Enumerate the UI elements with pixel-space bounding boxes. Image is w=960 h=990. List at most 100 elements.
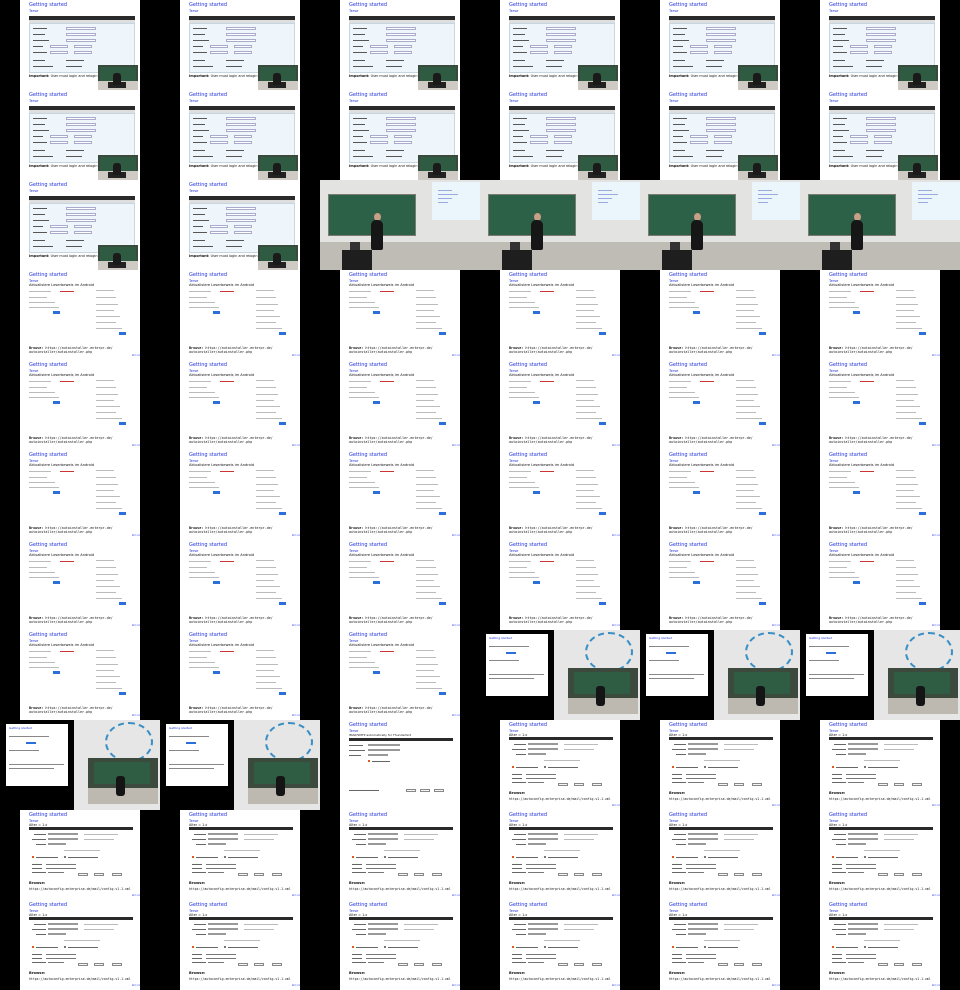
submit-button — [53, 311, 60, 314]
browse-line-2: autoinstaller/autoinstaller.php — [349, 530, 413, 534]
thumbnail: Getting started Terse Important: User mu… — [0, 0, 160, 90]
slide-page: Getting started Terse Aktualisiere Leser… — [20, 630, 140, 720]
thumbnail: Getting started Terse Aktualisiere Leser… — [640, 360, 800, 450]
slide-nav-mark: Ω=ι∞ — [932, 893, 941, 897]
continue-button — [119, 332, 126, 335]
browse-line-2: autoinstaller/autoinstaller.php — [349, 440, 413, 444]
browse-line-2: autoinstaller/autoinstaller.php — [29, 350, 93, 354]
browse-label: Browse: — [669, 971, 686, 975]
browse-line-2: autoinstaller/autoinstaller.php — [509, 440, 573, 444]
thumbnail: Getting started — [0, 720, 160, 810]
slide-nav-mark: Ω=ι∞ — [132, 443, 141, 447]
projection-screen — [432, 182, 480, 220]
survey-slide: Getting started Terse Aktualisiere Leser… — [0, 270, 160, 360]
slide-nav-mark: Ω=ι∞ — [292, 533, 301, 537]
slide-nav-mark: Ω=ι∞ — [612, 353, 621, 357]
speaker-camera-inset — [728, 668, 798, 714]
submit-button — [213, 491, 220, 494]
browse-label: Browse: — [509, 881, 526, 885]
thumbnail: Getting started Terse Aktualisiere Leser… — [160, 540, 320, 630]
continue-button — [439, 692, 446, 695]
survey-slide: Getting started Terse Aktualisiere Leser… — [800, 450, 960, 540]
lectern — [822, 250, 852, 270]
slide-page: Getting started Terse Aktualisiere Leser… — [180, 270, 300, 360]
lecture-photo — [800, 180, 960, 270]
speaker-camera-inset — [88, 758, 158, 804]
slide-page: Getting started Terse Aktualisiere Leser… — [500, 360, 620, 450]
browse-url: https://autoconfig.enterprise.de/mail/co… — [829, 797, 931, 801]
browse-line-2: autoinstaller/autoinstaller.php — [29, 620, 93, 624]
speaker-camera-inset — [98, 245, 138, 270]
slide-subtitle: Terse — [669, 99, 679, 103]
browse-label: Browse: — [829, 971, 846, 975]
browse-url: https://autoconfig.enterprise.de/mail/co… — [829, 887, 931, 891]
slide-nav-mark: Ω=ι∞ — [612, 893, 621, 897]
window-titlebar — [829, 827, 933, 830]
slide-page: Getting started Terse Aktualisiere Leser… — [820, 360, 940, 450]
thumbnail: Getting started Terse Aktualisiere Leser… — [160, 360, 320, 450]
slide-nav-mark: Ω=ι∞ — [612, 803, 621, 807]
slide-title: Getting started — [349, 542, 388, 548]
config-slide: Getting started Terse Alter = 1.x Browse… — [640, 720, 800, 810]
slide-page: Getting started Terse Aktualisiere Leser… — [340, 630, 460, 720]
slide-title: Getting started — [29, 2, 68, 8]
browse-url: https://autoconfig.enterprise.de/mail/co… — [669, 977, 771, 981]
survey-slide: Getting started Terse Aktualisiere Leser… — [480, 270, 640, 360]
continue-button — [759, 512, 766, 515]
speaker-camera-inset — [248, 758, 318, 804]
browse-line-2: autoinstaller/autoinstaller.php — [189, 440, 253, 444]
survey-slide: Getting started Terse Aktualisiere Leser… — [160, 630, 320, 720]
slide-subtitle: Terse — [669, 9, 679, 13]
survey-heading: Aktualisiere Leserbeweis im Android — [829, 553, 895, 557]
survey-heading: Aktualisiere Leserbeweis im Android — [189, 373, 255, 377]
thumbnail: Getting started Terse Important: User mu… — [480, 90, 640, 180]
submit-button — [373, 581, 380, 584]
slide-nav-mark: Ω=ι∞ — [932, 443, 941, 447]
slide-page: Getting started — [486, 634, 548, 696]
form-slide: Getting started Terse Important: User mu… — [0, 180, 160, 270]
survey-heading: Aktualisiere Leserbeweis im Android — [829, 373, 895, 377]
window-titlebar — [829, 737, 933, 740]
slide-page: Getting started Terse Aktualisiere Leser… — [340, 450, 460, 540]
slide-title: Getting started — [349, 812, 388, 818]
thumbnail: Getting started Terse Alter = 1.x Browse… — [800, 810, 960, 900]
slide-title: Getting started — [189, 812, 228, 818]
slide-page: Getting started Terse Alter = 1.x Browse… — [500, 810, 620, 900]
form-slide: Getting started Terse Important: User mu… — [800, 90, 960, 180]
window-titlebar — [509, 917, 613, 920]
config-slide: Getting started Terse Alter = 1.x Browse… — [480, 810, 640, 900]
thumbnail: Getting started Terse Aktualisiere Leser… — [320, 630, 480, 720]
continue-button — [759, 602, 766, 605]
thumbnail: Getting started Terse Alter = 1.x Browse… — [320, 810, 480, 900]
speaker-camera-inset — [98, 65, 138, 90]
slide-title: Getting started — [669, 2, 708, 8]
thumbnail: Getting started Terse Important: User mu… — [640, 0, 800, 90]
lectern — [662, 250, 692, 270]
browse-line-2: autoinstaller/autoinstaller.php — [509, 530, 573, 534]
submit-button — [533, 581, 540, 584]
thumbnail: Getting started Terse Important: User mu… — [0, 90, 160, 180]
slide-page: Getting started Terse Aktualisiere Leser… — [20, 540, 140, 630]
thumbnail: Getting started Terse Aktualisiere Leser… — [480, 360, 640, 450]
survey-heading: Aktualisiere Leserbeweis im Android — [29, 373, 95, 377]
browse-line-2: autoinstaller/autoinstaller.php — [829, 440, 893, 444]
slide-title: Getting started — [669, 272, 708, 278]
survey-heading: Aktualisiere Leserbeweis im Android — [669, 373, 735, 377]
projection-screen — [912, 182, 960, 220]
submit-button — [53, 491, 60, 494]
slide-nav-mark: Ω=ι∞ — [132, 623, 141, 627]
slide-title: Getting started — [509, 362, 548, 368]
continue-button — [919, 332, 926, 335]
thumbnail: Getting started Terse Aktualisiere Leser… — [160, 270, 320, 360]
logo-icon — [745, 632, 793, 672]
submit-button — [693, 401, 700, 404]
slide-nav-mark: Ω=ι∞ — [772, 893, 781, 897]
slide-title: Getting started — [169, 726, 192, 730]
thumbnail: Getting started Terse IMAP/SMTP automati… — [320, 720, 480, 810]
submit-button — [853, 311, 860, 314]
slide-page: Getting started Terse Alter = 1.x Browse… — [180, 900, 300, 990]
thumbnail: Getting started Terse Aktualisiere Leser… — [800, 270, 960, 360]
projection-screen — [592, 182, 640, 220]
survey-heading: Aktualisiere Leserbeweis im Android — [189, 553, 255, 557]
form-slide: Getting started Terse Important: User mu… — [0, 0, 160, 90]
